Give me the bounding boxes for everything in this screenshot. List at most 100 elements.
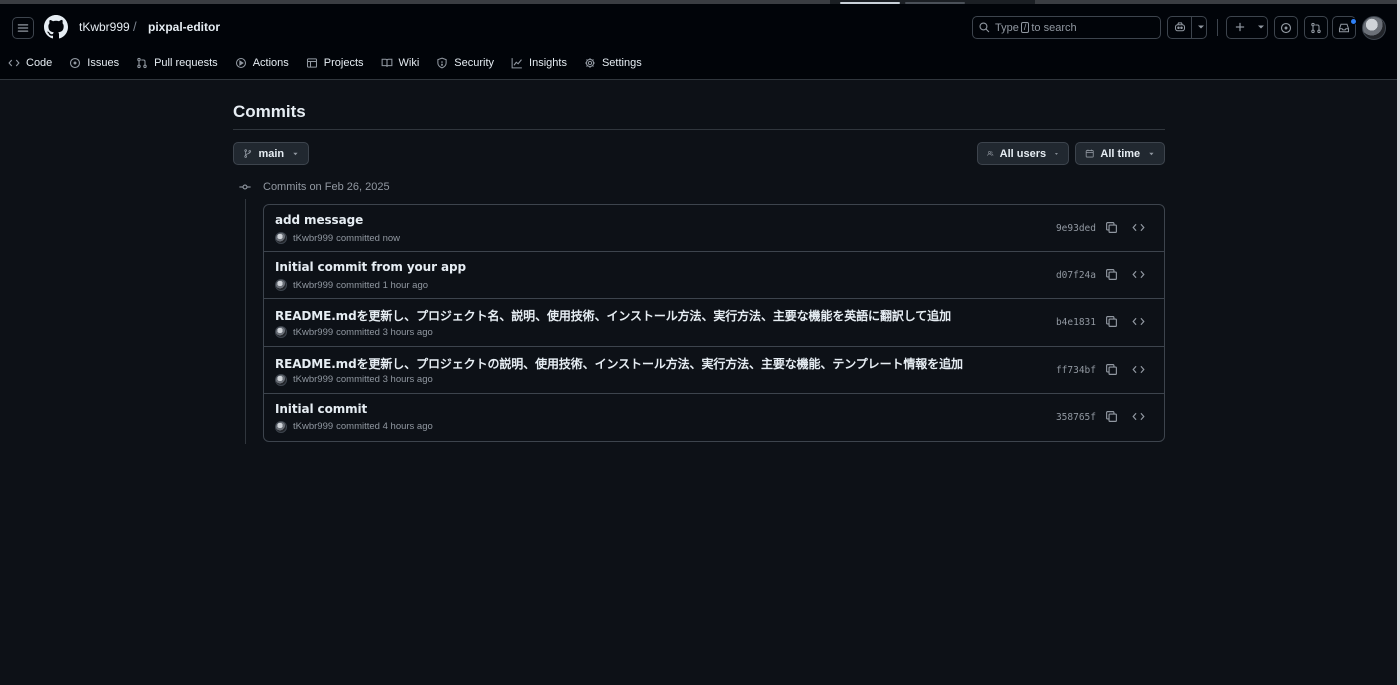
commit-message-link[interactable]: README.mdを更新し、プロジェクトの説明、使用技術、インストール方法、実行…: [275, 355, 963, 372]
chevron-down-icon: [1149, 152, 1154, 155]
search-shortcut-key: /: [1020, 22, 1030, 33]
people-icon: [987, 151, 994, 156]
branch-label: main: [258, 147, 285, 160]
timeline-line: [245, 199, 246, 444]
graph-icon: [511, 58, 522, 69]
browse-code-icon[interactable]: [1132, 363, 1145, 376]
tab-pull-requests[interactable]: Pull requests: [128, 52, 227, 74]
commit-group-date: Commits on Feb 26, 2025: [263, 181, 390, 193]
commit-meta: tKwbr999 committed now: [275, 232, 400, 244]
commit-row: README.mdを更新し、プロジェクトの説明、使用技術、インストール方法、実行…: [264, 347, 1164, 394]
git-commit-icon: [239, 184, 251, 190]
copy-icon[interactable]: [1105, 410, 1118, 423]
title-divider: [233, 129, 1165, 130]
commit-sha-link[interactable]: 358765f: [1056, 412, 1096, 423]
tab-actions[interactable]: Actions: [227, 52, 298, 74]
tab-wiki[interactable]: Wiki: [373, 52, 429, 74]
tab-insights-label: Insights: [529, 57, 567, 69]
author-avatar[interactable]: [275, 326, 287, 339]
tab-code-label: Code: [26, 57, 53, 69]
tab-projects[interactable]: Projects: [298, 52, 373, 74]
repo-nav: Code Issues Pull requests Actions Projec…: [0, 52, 651, 74]
copy-icon[interactable]: [1105, 221, 1118, 234]
book-icon: [381, 58, 392, 67]
global-header: tKwbr999 / pixpal-editor Type / to searc…: [0, 4, 1397, 80]
commit-sha-link[interactable]: ff734bf: [1056, 365, 1096, 376]
tab-security-label: Security: [454, 57, 495, 69]
commit-author[interactable]: tKwbr999: [293, 327, 333, 338]
chevron-down-icon: [293, 152, 298, 155]
menu-button[interactable]: [12, 17, 34, 39]
github-logo-icon[interactable]: [44, 15, 68, 39]
chevron-down-icon: [1198, 25, 1204, 29]
tab-pull-requests-label: Pull requests: [154, 57, 218, 69]
issue-icon: [1280, 22, 1292, 33]
copy-icon[interactable]: [1105, 363, 1118, 376]
breadcrumb-separator: /: [133, 19, 137, 34]
tab-security[interactable]: Security: [428, 52, 503, 74]
author-avatar[interactable]: [275, 420, 287, 433]
pull-request-icon: [137, 57, 147, 69]
commit-action: committed: [336, 232, 380, 244]
commit-author[interactable]: tKwbr999: [293, 421, 333, 432]
page-title: Commits: [233, 102, 306, 121]
browse-code-icon[interactable]: [1132, 315, 1145, 328]
commit-list: add message tKwbr999 committed now 9e93d…: [263, 204, 1165, 442]
commit-action: committed: [336, 421, 380, 433]
commit-message-link[interactable]: Initial commit: [275, 402, 367, 416]
gear-icon: [585, 58, 595, 68]
commit-message-link[interactable]: add message: [275, 213, 363, 227]
commit-author[interactable]: tKwbr999: [293, 280, 333, 291]
search-input[interactable]: Type / to search: [972, 16, 1161, 39]
commit-meta: tKwbr999 committed 1 hour ago: [275, 279, 428, 292]
create-new-button[interactable]: [1226, 16, 1268, 39]
your-pull-requests-button[interactable]: [1304, 16, 1328, 39]
author-avatar[interactable]: [275, 279, 287, 292]
copilot-icon: [1174, 22, 1186, 32]
commit-sha-link[interactable]: 9e93ded: [1056, 223, 1096, 234]
commit-author[interactable]: tKwbr999: [293, 233, 333, 244]
browse-code-icon[interactable]: [1132, 410, 1145, 423]
author-avatar[interactable]: [275, 232, 287, 244]
commit-row: add message tKwbr999 committed now 9e93d…: [264, 205, 1164, 253]
search-icon: [979, 22, 990, 33]
time-filter-label: All time: [1100, 147, 1141, 160]
tab-wiki-label: Wiki: [398, 57, 420, 69]
tab-insights[interactable]: Insights: [503, 52, 576, 74]
issue-icon: [70, 57, 81, 69]
commit-row: Initial commit tKwbr999 committed 4 hour…: [264, 394, 1164, 441]
commit-message-link[interactable]: Initial commit from your app: [275, 260, 466, 274]
copy-icon[interactable]: [1105, 315, 1118, 328]
commit-sha-link[interactable]: b4e1831: [1056, 317, 1096, 328]
tab-issues[interactable]: Issues: [61, 52, 128, 74]
hamburger-icon: [17, 24, 29, 32]
branch-selector[interactable]: main: [233, 142, 309, 165]
table-icon: [306, 58, 317, 68]
tab-settings[interactable]: Settings: [576, 52, 651, 74]
commit-group-header: Commits on Feb 26, 2025: [239, 181, 390, 193]
users-filter-label: All users: [999, 147, 1047, 160]
user-avatar[interactable]: [1362, 16, 1386, 40]
tab-code[interactable]: Code: [0, 52, 61, 74]
author-avatar[interactable]: [275, 373, 287, 386]
users-filter[interactable]: All users: [977, 142, 1069, 165]
chevron-down-icon: [1055, 152, 1059, 155]
commit-message-link[interactable]: README.mdを更新し、プロジェクト名、説明、使用技術、インストール方法、実…: [275, 307, 951, 324]
commit-author[interactable]: tKwbr999: [293, 374, 333, 385]
browse-code-icon[interactable]: [1132, 268, 1145, 281]
commit-time: 3 hours ago: [382, 374, 433, 386]
copy-icon[interactable]: [1105, 268, 1118, 281]
breadcrumb-owner[interactable]: tKwbr999: [79, 20, 130, 34]
breadcrumb-repo[interactable]: pixpal-editor: [148, 20, 220, 34]
commit-time: now: [382, 232, 401, 244]
commit-meta: tKwbr999 committed 3 hours ago: [275, 326, 433, 339]
branch-icon: [244, 149, 252, 158]
plus-icon: [1235, 22, 1245, 32]
browse-code-icon[interactable]: [1132, 221, 1145, 234]
your-issues-button[interactable]: [1274, 16, 1298, 39]
time-filter[interactable]: All time: [1075, 142, 1165, 165]
copilot-button[interactable]: [1167, 16, 1207, 39]
commit-sha-link[interactable]: d07f24a: [1056, 270, 1096, 281]
commit-time: 4 hours ago: [382, 421, 433, 433]
tab-issues-label: Issues: [87, 57, 120, 69]
